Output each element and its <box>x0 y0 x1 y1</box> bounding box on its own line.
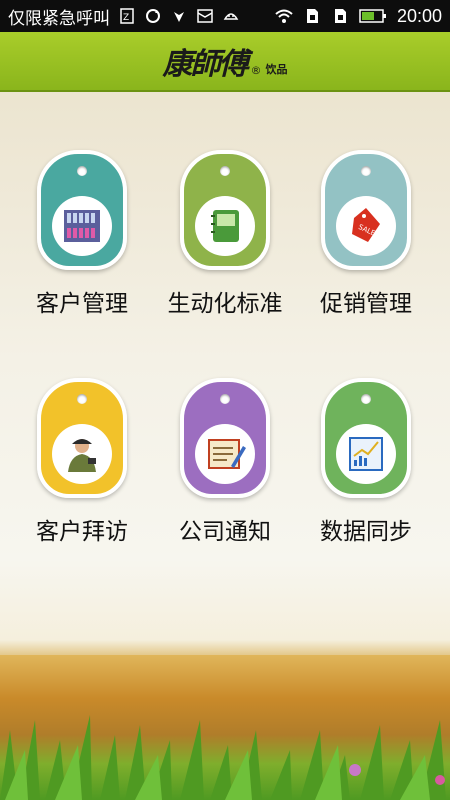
tag-hole <box>361 394 371 404</box>
menu-label: 促销管理 <box>320 291 412 317</box>
mail-icon <box>196 7 214 25</box>
sale-tag-icon: SALE <box>352 208 380 242</box>
huawei-icon <box>170 7 188 25</box>
sim-card-icon <box>303 7 321 25</box>
menu-label: 数据同步 <box>320 519 412 545</box>
menu-item-company-notice[interactable]: 公司通知 <box>155 378 295 546</box>
carrier-text: 仅限紧急呼叫 <box>8 8 110 29</box>
tag-card <box>37 378 127 498</box>
icon-circle <box>52 424 112 484</box>
clock: 20:00 <box>396 5 442 26</box>
tag-card <box>321 378 411 498</box>
app-header: 康師傅 ® 饮品 <box>0 32 450 92</box>
icon-circle <box>195 424 255 484</box>
shelf-icon <box>64 210 100 242</box>
svg-text:Z: Z <box>123 13 129 23</box>
tag-hole <box>361 166 371 176</box>
menu-item-customer-visit[interactable]: 客户拜访 <box>12 378 152 546</box>
chart-icon <box>349 437 383 471</box>
tag-hole <box>220 394 230 404</box>
wifi-icon <box>275 7 293 25</box>
icon-circle: SALE <box>336 196 396 256</box>
battery-icon <box>359 7 387 25</box>
tag-card: SALE <box>321 150 411 270</box>
notice-icon <box>208 439 246 469</box>
notebook-icon <box>211 210 239 242</box>
menu-label: 客户拜访 <box>36 519 128 545</box>
tag-card <box>180 150 270 270</box>
menu-label: 公司通知 <box>179 519 271 545</box>
brand-name: 康師傅 <box>162 47 249 82</box>
brand-subtitle: 饮品 <box>265 63 288 76</box>
menu-label: 客户管理 <box>36 291 128 317</box>
registered-mark: ® <box>250 64 262 77</box>
status-bar: 仅限紧急呼叫 Z 20:00 <box>0 0 450 32</box>
sim-card-icon <box>331 7 349 25</box>
icon-circle <box>195 196 255 256</box>
android-icon <box>222 7 240 25</box>
tag-hole <box>77 394 87 404</box>
sync-icon <box>144 7 162 25</box>
tag-hole <box>220 166 230 176</box>
menu-item-promotion-management[interactable]: SALE 促销管理 <box>296 150 436 318</box>
icon-circle <box>336 424 396 484</box>
tag-card <box>37 150 127 270</box>
menu-item-customer-management[interactable]: 客户管理 <box>12 150 152 318</box>
tag-hole <box>77 166 87 176</box>
menu-item-data-sync[interactable]: 数据同步 <box>296 378 436 546</box>
salesman-icon <box>68 439 96 472</box>
menu-item-display-standard[interactable]: 生动化标准 <box>155 150 295 318</box>
menu-label: 生动化标准 <box>167 291 283 317</box>
tag-card <box>180 378 270 498</box>
icon-circle <box>52 196 112 256</box>
grass-decoration <box>0 715 446 800</box>
sim-icon: Z <box>118 7 136 25</box>
brand-logo: 康師傅 ® 饮品 <box>163 39 288 83</box>
